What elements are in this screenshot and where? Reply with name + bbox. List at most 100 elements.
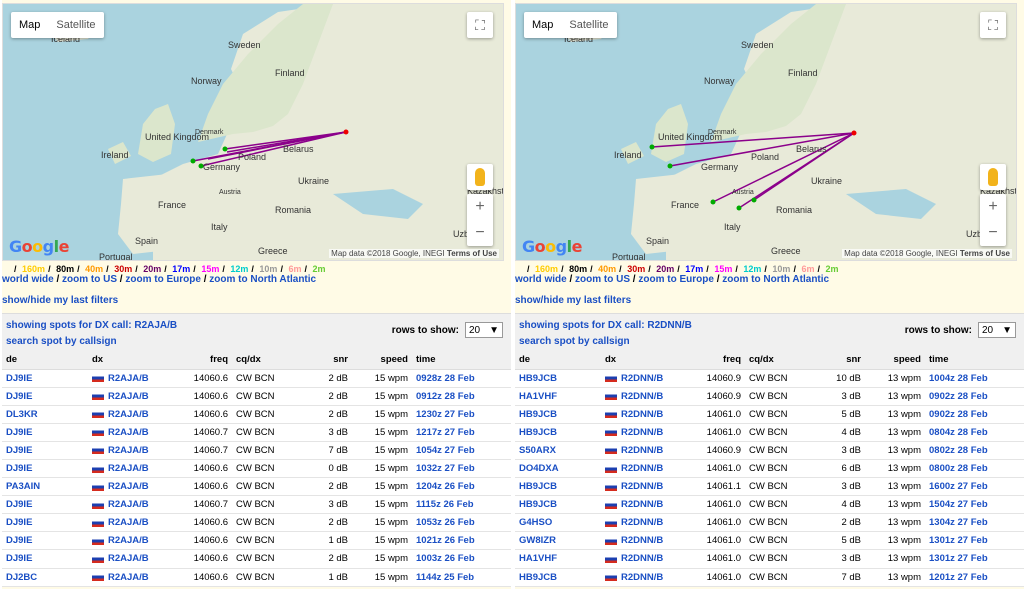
cell-time[interactable]: 1204z 26 Feb [412,477,511,497]
cell-dx[interactable]: R2AJA/B [88,405,188,424]
dx-callsign[interactable]: R2DNN/B [621,572,663,583]
cell-time[interactable]: 1115z 26 Feb [412,495,511,515]
dx-callsign[interactable]: R2DNN/B [621,517,663,528]
cell-time[interactable]: 0902z 28 Feb [925,387,1024,406]
search-callsign-link[interactable]: search spot by callsign [519,336,630,347]
cell-dx[interactable]: R2AJA/B [88,423,188,442]
band-12m[interactable]: 12m [230,264,248,274]
col-cqdx[interactable]: cq/dx [745,351,815,370]
search-callsign-link[interactable]: search spot by callsign [6,336,117,347]
cell-time[interactable]: 1053z 26 Feb [412,513,511,533]
cell-dx[interactable]: R2DNN/B [601,477,701,497]
col-time[interactable]: time [925,351,1024,370]
cell-dx[interactable]: R2AJA/B [88,477,188,497]
col-cqdx[interactable]: cq/dx [232,351,302,370]
map-tab-satellite[interactable]: Satellite [48,12,103,38]
cell-time[interactable]: 0802z 28 Feb [925,441,1024,460]
band-20m[interactable]: 20m [656,264,674,274]
dx-callsign[interactable]: R2AJA/B [108,572,149,583]
cell-de[interactable]: DJ9IE [2,387,88,406]
band-2m[interactable]: 2m [313,264,326,274]
cell-time[interactable]: 1304z 27 Feb [925,513,1024,533]
dx-callsign[interactable]: R2DNN/B [621,427,663,438]
cell-dx[interactable]: R2AJA/B [88,513,188,533]
dx-callsign[interactable]: R2AJA/B [108,409,149,420]
cell-de[interactable]: DJ9IE [2,423,88,442]
col-speed[interactable]: speed [352,351,412,370]
cell-dx[interactable]: R2AJA/B [88,495,188,515]
cell-dx[interactable]: R2DNN/B [601,531,701,551]
col-time[interactable]: time [412,351,511,370]
cell-time[interactable]: 1021z 26 Feb [412,531,511,551]
dx-callsign[interactable]: R2AJA/B [108,445,149,456]
link-zoom-north-atlantic[interactable]: zoom to North Atlantic [722,274,829,285]
link-zoom-europe[interactable]: zoom to Europe [125,274,201,285]
cell-time[interactable]: 1230z 27 Feb [412,405,511,424]
cell-time[interactable]: 1217z 27 Feb [412,423,511,442]
dx-callsign[interactable]: R2AJA/B [108,373,149,384]
cell-dx[interactable]: R2DNN/B [601,405,701,424]
cell-de[interactable]: DJ2BC [2,568,88,587]
band-30m[interactable]: 30m [627,264,645,274]
link-zoom-north-atlantic[interactable]: zoom to North Atlantic [209,274,316,285]
band-17m[interactable]: 17m [172,264,190,274]
dx-callsign[interactable]: R2AJA/B [108,427,149,438]
band-80m[interactable]: 80m [569,264,587,274]
band-160m[interactable]: 160m [535,264,558,274]
band-12m[interactable]: 12m [743,264,761,274]
band-6m[interactable]: 6m [288,264,301,274]
cell-dx[interactable]: R2AJA/B [88,549,188,569]
pegman-icon[interactable] [980,164,1006,190]
terms-link[interactable]: Terms of Use [447,249,497,258]
rows-select[interactable]: 20 ▼ [465,322,503,338]
map-view[interactable]: Iceland Sweden Norway Finland Denmark Un… [2,3,504,261]
band-15m[interactable]: 15m [714,264,732,274]
zoom-out-icon[interactable]: − [980,220,1006,246]
dx-callsign[interactable]: R2AJA/B [108,499,149,510]
cell-dx[interactable]: R2DNN/B [601,549,701,569]
cell-de[interactable]: S50ARX [515,441,601,460]
band-80m[interactable]: 80m [56,264,74,274]
rows-select[interactable]: 20 ▼ [978,322,1016,338]
cell-dx[interactable]: R2AJA/B [88,369,188,388]
map-view[interactable]: Iceland Sweden Norway Finland Denmark Un… [515,3,1017,261]
band-160m[interactable]: 160m [22,264,45,274]
cell-de[interactable]: PA3AIN [2,477,88,497]
cell-time[interactable]: 1504z 27 Feb [925,495,1024,515]
band-20m[interactable]: 20m [143,264,161,274]
cell-dx[interactable]: R2AJA/B [88,459,188,479]
col-dx[interactable]: dx [88,351,188,370]
cell-time[interactable]: 0928z 28 Feb [412,369,511,388]
zoom-in-icon[interactable]: + [980,194,1006,220]
dx-callsign[interactable]: R2AJA/B [108,463,149,474]
link-zoom-europe[interactable]: zoom to Europe [638,274,714,285]
pegman-icon[interactable] [467,164,493,190]
cell-de[interactable]: DJ9IE [2,369,88,388]
cell-de[interactable]: GW8IZR [515,531,601,551]
cell-dx[interactable]: R2DNN/B [601,369,701,388]
link-world-wide[interactable]: world wide [515,274,567,285]
col-snr[interactable]: snr [302,351,352,370]
cell-time[interactable]: 1003z 26 Feb [412,549,511,569]
col-snr[interactable]: snr [815,351,865,370]
filters-link[interactable]: show/hide my last filters [515,295,631,306]
cell-de[interactable]: HA1VHF [515,549,601,569]
dx-callsign[interactable]: R2DNN/B [621,445,663,456]
cell-time[interactable]: 0912z 28 Feb [412,387,511,406]
cell-dx[interactable]: R2DNN/B [601,513,701,533]
cell-time[interactable]: 1144z 25 Feb [412,568,511,587]
cell-de[interactable]: HB9JCB [515,495,601,515]
cell-dx[interactable]: R2DNN/B [601,568,701,587]
cell-time[interactable]: 1301z 27 Feb [925,531,1024,551]
cell-dx[interactable]: R2AJA/B [88,568,188,587]
dx-callsign[interactable]: R2DNN/B [621,481,663,492]
cell-dx[interactable]: R2AJA/B [88,441,188,460]
band-2m[interactable]: 2m [826,264,839,274]
cell-dx[interactable]: R2DNN/B [601,423,701,442]
cell-de[interactable]: HB9JCB [515,369,601,388]
band-10m[interactable]: 10m [259,264,277,274]
dx-callsign[interactable]: R2DNN/B [621,553,663,564]
link-world-wide[interactable]: world wide [2,274,54,285]
cell-de[interactable]: DJ9IE [2,459,88,479]
cell-de[interactable]: HB9JCB [515,405,601,424]
